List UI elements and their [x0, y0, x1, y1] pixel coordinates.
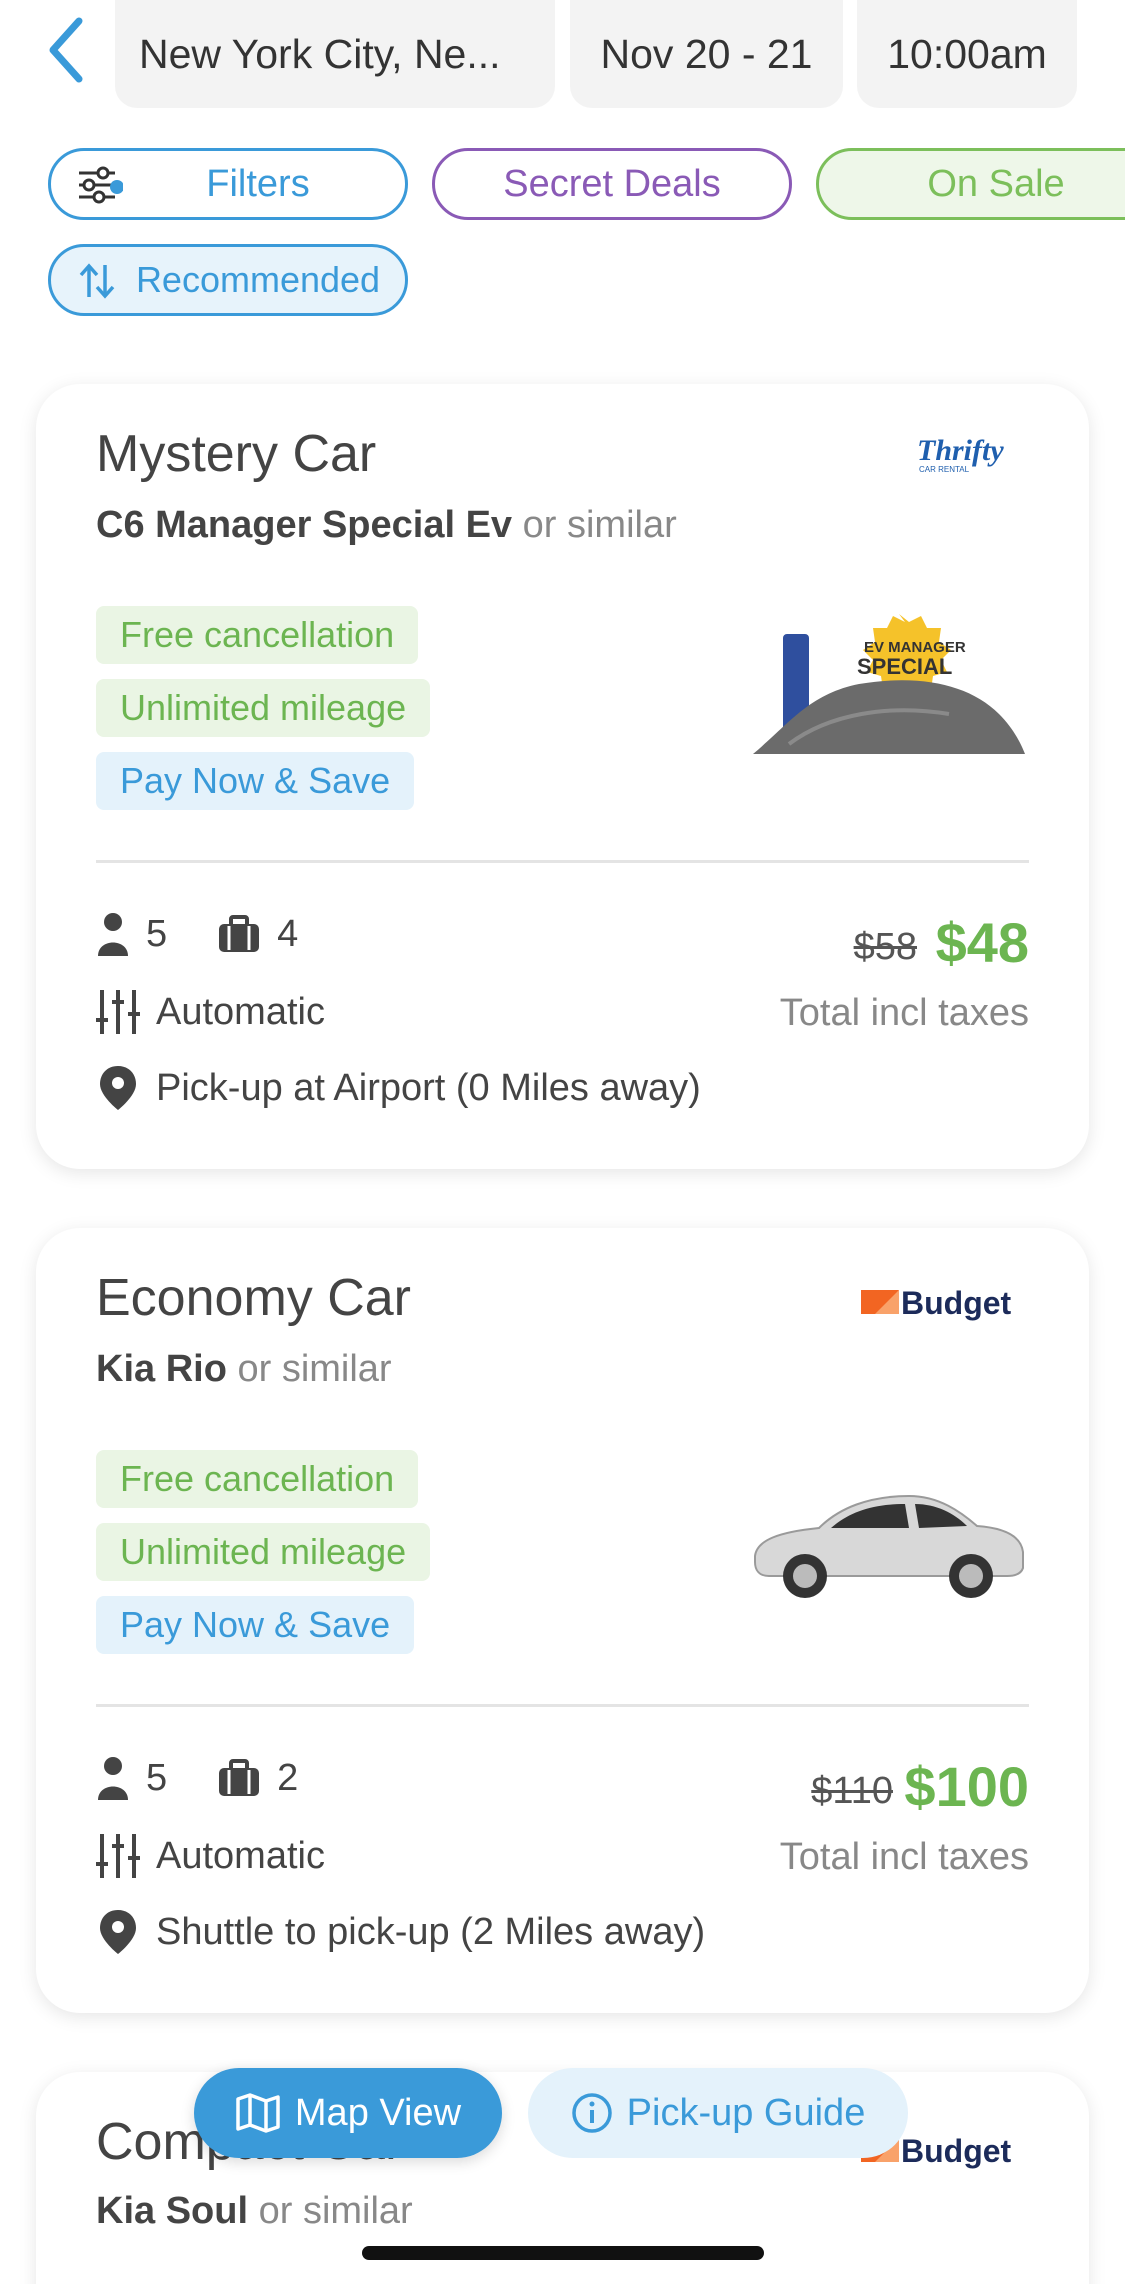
- budget-logo: Budget: [861, 1284, 1025, 1329]
- or-similar-label: or similar: [237, 1348, 392, 1390]
- suitcase-icon: [219, 915, 260, 952]
- free-cancellation-tag: Free cancellation: [96, 606, 419, 664]
- card-divider: [96, 860, 1029, 863]
- pickup-row: Shuttle to pick-up (2 Miles away): [96, 1908, 705, 1956]
- time-field[interactable]: 10:00am: [857, 0, 1077, 108]
- home-indicator: [362, 2246, 764, 2260]
- sort-icon: [79, 263, 115, 299]
- capacity-row: 5 2: [96, 1756, 298, 1800]
- transmission-text: Automatic: [156, 990, 325, 1033]
- transmission-text: Automatic: [156, 1834, 325, 1877]
- passenger-count: 5: [146, 912, 168, 955]
- pay-now-tag: Pay Now & Save: [96, 752, 415, 810]
- info-icon: [571, 2093, 612, 2133]
- transmission-icon: [96, 1834, 140, 1878]
- capacity-row: 5 4: [96, 912, 298, 956]
- pickup-row: Pick-up at Airport (0 Miles away): [96, 1064, 701, 1112]
- car-class-title: Mystery Car: [96, 425, 377, 483]
- secret-deals-label: Secret Deals: [503, 162, 721, 205]
- car-class-title: Economy Car: [96, 1269, 411, 1327]
- svg-text:SPECIAL: SPECIAL: [857, 654, 952, 679]
- pickup-guide-button[interactable]: Pick-up Guide: [528, 2068, 908, 2158]
- dates-field[interactable]: Nov 20 - 21: [570, 0, 843, 108]
- mystery-car-image: EV MANAGER SPECIAL: [753, 614, 1025, 754]
- sale-price: $100: [904, 1755, 1029, 1818]
- passenger-count: 5: [146, 1756, 168, 1799]
- chevron-left-icon: [49, 17, 83, 83]
- car-model-name: C6 Manager Special Ev: [96, 504, 513, 546]
- transmission-row: Automatic: [96, 988, 325, 1036]
- or-similar-label: or similar: [258, 2190, 413, 2232]
- location-pin-icon: [100, 1066, 136, 1110]
- price-note: Total incl taxes: [779, 992, 1029, 1034]
- card-divider: [96, 1704, 1029, 1707]
- location-pin-icon: [100, 1910, 136, 1954]
- pay-now-tag: Pay Now & Save: [96, 1596, 415, 1654]
- suitcase-icon: [219, 1759, 260, 1796]
- svg-text:Budget: Budget: [901, 1285, 1012, 1321]
- sliders-icon: [79, 166, 123, 204]
- car-model: C6 Manager Special Ev or similar: [96, 504, 677, 547]
- pickup-guide-label: Pick-up Guide: [626, 2091, 866, 2134]
- kia-rio-image: [754, 1494, 1024, 1598]
- dates-text: Nov 20 - 21: [600, 30, 813, 77]
- time-text: 10:00am: [887, 30, 1047, 77]
- free-cancellation-tag: Free cancellation: [96, 1450, 419, 1508]
- original-price: $110: [811, 1770, 893, 1812]
- car-result-card[interactable]: Economy Car Kia Rio or similar Budget Fr…: [36, 1228, 1089, 2013]
- svg-text:Thrifty: Thrifty: [917, 434, 1004, 467]
- sort-label: Recommended: [135, 259, 381, 300]
- location-text: New York City, Ne...: [139, 30, 501, 77]
- sort-button[interactable]: Recommended: [48, 244, 408, 316]
- unlimited-mileage-tag: Unlimited mileage: [96, 1523, 431, 1581]
- car-model: Kia Soul or similar: [96, 2190, 413, 2233]
- car-result-card[interactable]: Mystery Car C6 Manager Special Ev or sim…: [36, 384, 1089, 1169]
- map-icon: [236, 2093, 280, 2133]
- on-sale-label: On Sale: [927, 162, 1065, 205]
- car-model: Kia Rio or similar: [96, 1348, 392, 1391]
- filters-button[interactable]: Filters: [48, 148, 408, 220]
- map-view-label: Map View: [294, 2091, 462, 2134]
- bag-count: 4: [277, 912, 299, 955]
- svg-text:CAR RENTAL: CAR RENTAL: [919, 465, 970, 474]
- original-price: $58: [853, 926, 917, 968]
- person-icon: [98, 913, 128, 956]
- bag-count: 2: [277, 1756, 299, 1799]
- pickup-text: Shuttle to pick-up (2 Miles away): [156, 1910, 706, 1953]
- secret-deals-chip[interactable]: Secret Deals: [432, 148, 792, 220]
- map-view-button[interactable]: Map View: [194, 2068, 502, 2158]
- search-summary-bar: New York City, Ne... Nov 20 - 21 10:00am: [0, 0, 1125, 110]
- transmission-icon: [96, 990, 140, 1034]
- sale-price: $48: [935, 911, 1029, 974]
- car-model-name: Kia Rio: [96, 1348, 227, 1390]
- thrifty-logo: Thrifty CAR RENTAL: [915, 432, 1025, 476]
- filters-label: Filters: [206, 162, 310, 205]
- car-model-name: Kia Soul: [96, 2190, 249, 2232]
- pickup-text: Pick-up at Airport (0 Miles away): [156, 1066, 701, 1109]
- unlimited-mileage-tag: Unlimited mileage: [96, 679, 431, 737]
- price-note: Total incl taxes: [779, 1836, 1029, 1878]
- on-sale-chip[interactable]: On Sale: [816, 148, 1125, 220]
- person-icon: [98, 1757, 128, 1800]
- location-field[interactable]: New York City, Ne...: [115, 0, 555, 108]
- svg-text:Budget: Budget: [901, 2133, 1012, 2169]
- back-button[interactable]: [40, 10, 90, 90]
- or-similar-label: or similar: [522, 504, 677, 546]
- transmission-row: Automatic: [96, 1832, 325, 1880]
